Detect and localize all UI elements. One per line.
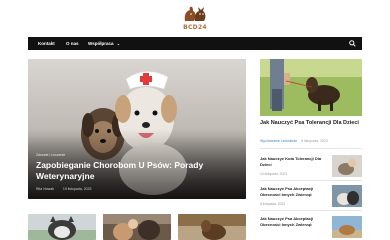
sidebar-item-thumb[interactable] xyxy=(332,216,362,238)
featured-category-link[interactable]: Wychowanie i szkolenie xyxy=(260,139,297,143)
dog-cat-logo-icon xyxy=(184,6,206,21)
sidebar-item-thumb[interactable] xyxy=(332,185,362,207)
article-thumb-people-dog[interactable] xyxy=(103,214,171,240)
nav-item-o-nas[interactable]: O nas xyxy=(66,37,79,50)
sidebar-item-thumb[interactable] xyxy=(332,155,362,177)
sidebar-item-title[interactable]: Jak Nauczyć Psa Akceptacji Obecności Inn… xyxy=(260,186,326,197)
hero-date: 19 listopada, 2023 xyxy=(62,187,92,191)
featured-meta: Wychowanie i szkolenie 8 listopada, 2023 xyxy=(260,139,328,143)
sidebar-item-date: 10 listopada, 2023 xyxy=(260,172,287,176)
hero-category[interactable]: Zdrowie i Leczenie xyxy=(36,153,65,157)
divider xyxy=(260,148,362,149)
divider xyxy=(260,210,362,211)
sidebar-item-title[interactable]: Jak Nauczyć Psa Akceptacji Obecności Inn… xyxy=(260,216,326,227)
hero-author[interactable]: Rita Nowak xyxy=(36,187,54,191)
article-thumb-dog-field[interactable] xyxy=(178,214,246,240)
featured-date: 8 listopada, 2023 xyxy=(301,139,328,143)
article-thumb-cat[interactable] xyxy=(28,214,96,240)
logo-text: BCD24 xyxy=(183,24,207,31)
main-navbar: Kontakt O nas Współpraca ⌄ xyxy=(28,37,362,50)
featured-title[interactable]: Jak Nauczyć Psa Tolerancji Dla Dzieci xyxy=(260,120,362,128)
nav-item-wspolpraca[interactable]: Współpraca ⌄ xyxy=(88,37,120,50)
search-icon[interactable] xyxy=(349,40,356,47)
hero-article[interactable]: Zdrowie i Leczenie Zapobieganie Chorobom… xyxy=(28,59,246,199)
divider xyxy=(260,180,362,181)
hero-meta: Rita Nowak 19 listopada, 2023 xyxy=(36,187,100,191)
sidebar-item-date: 8 listopada, 2023 xyxy=(260,202,286,206)
nav-item-kontakt[interactable]: Kontakt xyxy=(38,37,55,50)
featured-dog-grass-image[interactable] xyxy=(260,59,362,116)
nav-item-wspolpraca-label: Współpraca xyxy=(88,41,114,46)
sidebar-item-title[interactable]: Jak Nauczyć Kota Tolerancji Dla Dzieci xyxy=(260,156,326,167)
site-logo[interactable]: BCD24 xyxy=(178,5,212,31)
hero-title[interactable]: Zapobieganie Chorobom U Psów: Porady Wet… xyxy=(36,160,236,182)
chevron-down-icon: ⌄ xyxy=(116,41,121,46)
